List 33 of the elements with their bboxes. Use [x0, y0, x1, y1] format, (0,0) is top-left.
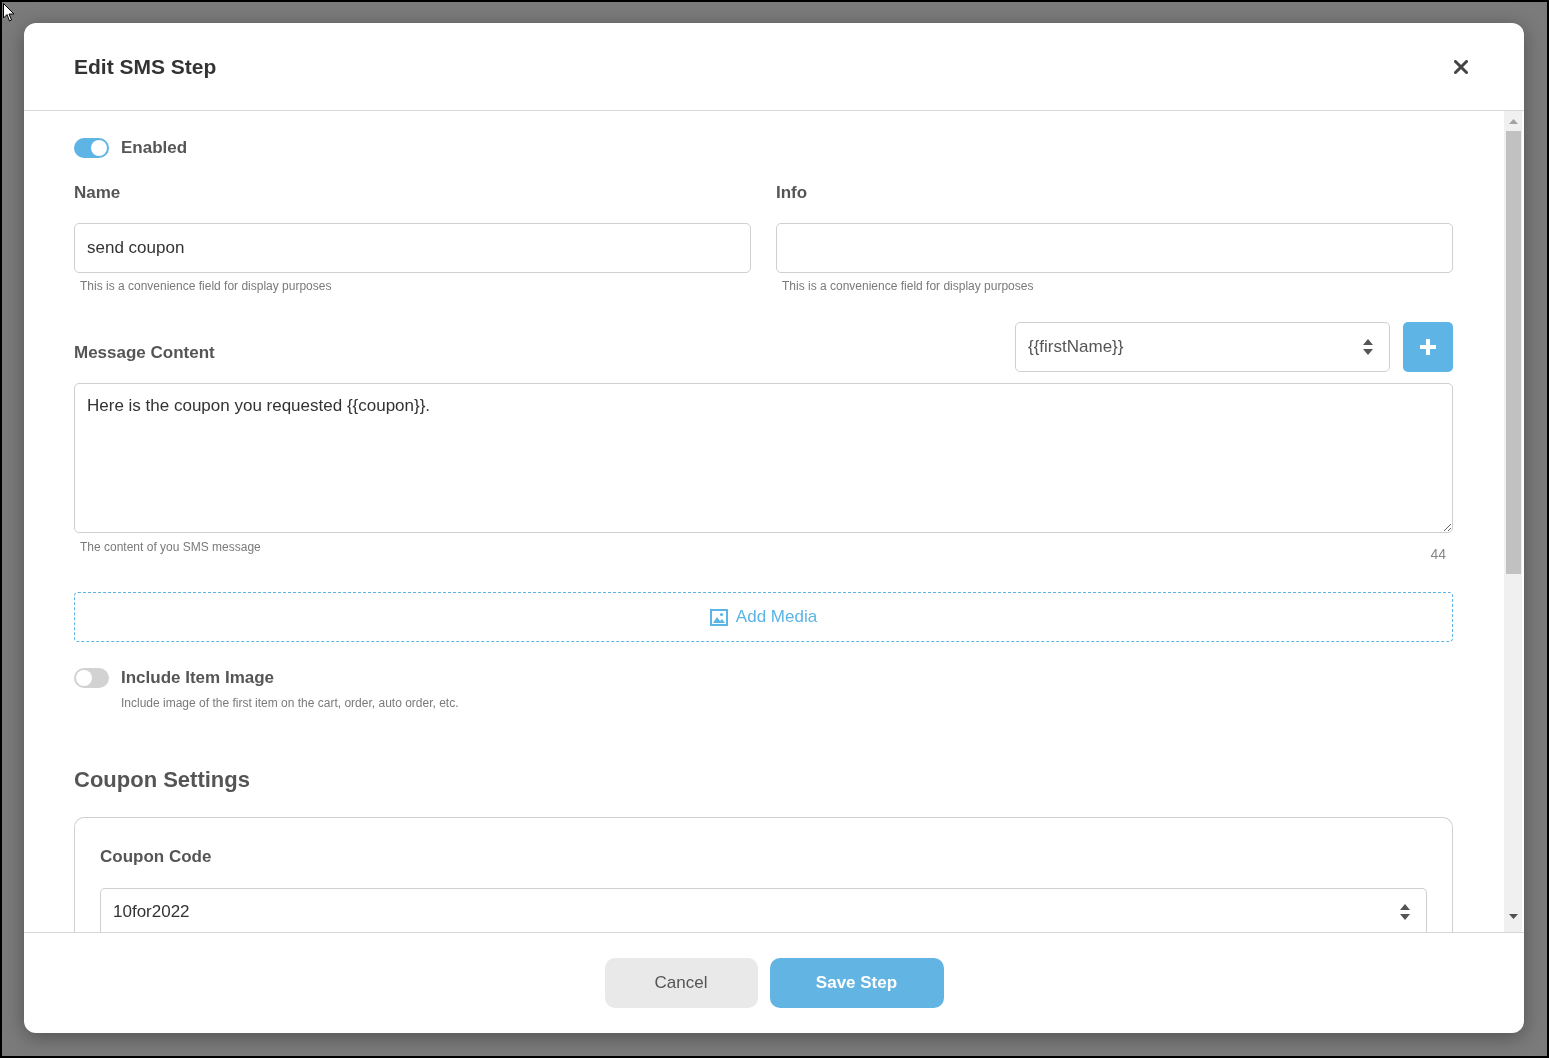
merge-field-select[interactable]: {{firstName}}: [1015, 322, 1390, 372]
message-textarea[interactable]: Here is the coupon you requested {{coupon}}.: [74, 383, 1453, 533]
help-text: This is a convenience field for display purposes: [80, 278, 332, 294]
cancel-button[interactable]: Cancel: [604, 958, 758, 1008]
scrollbar[interactable]: [1504, 111, 1522, 932]
field-label: Info: [776, 182, 808, 204]
triangle-up-icon: [1508, 118, 1518, 124]
toggle-label: Enabled: [121, 137, 188, 159]
text-input[interactable]: send coupon: [74, 223, 751, 273]
dialog-title: Edit SMS Step: [74, 53, 217, 80]
section-heading: Coupon Settings: [74, 766, 250, 794]
close-icon: [1454, 59, 1468, 74]
field-label: Name: [74, 182, 121, 204]
enabled-toggle[interactable]: [74, 138, 109, 158]
help-text: This is a convenience field for display purposes: [782, 278, 1034, 294]
plus-icon: [1419, 338, 1437, 356]
up-down-icon: [1363, 339, 1373, 355]
add-field-button[interactable]: [1403, 322, 1453, 372]
triangle-down-icon: [1508, 914, 1518, 919]
cursor-icon: [3, 3, 15, 22]
close-button[interactable]: [1454, 59, 1468, 74]
toggle-label: Include Item Image: [121, 667, 275, 689]
toggle-description: Include image of the first item on the cart, order, auto order, etc.: [121, 695, 459, 711]
character-count: 44: [1430, 546, 1446, 562]
text-input[interactable]: [776, 223, 1453, 273]
field-label: Coupon Code: [100, 847, 212, 867]
up-down-icon: [1400, 904, 1410, 920]
help-text: The content of you SMS message: [80, 539, 261, 555]
image-icon: [709, 608, 728, 626]
field-label: Message Content: [74, 342, 215, 364]
coupon-code-select[interactable]: 10for2022: [100, 888, 1427, 932]
scrollbar-thumb[interactable]: [1505, 131, 1521, 574]
include-image-toggle[interactable]: [74, 668, 109, 688]
